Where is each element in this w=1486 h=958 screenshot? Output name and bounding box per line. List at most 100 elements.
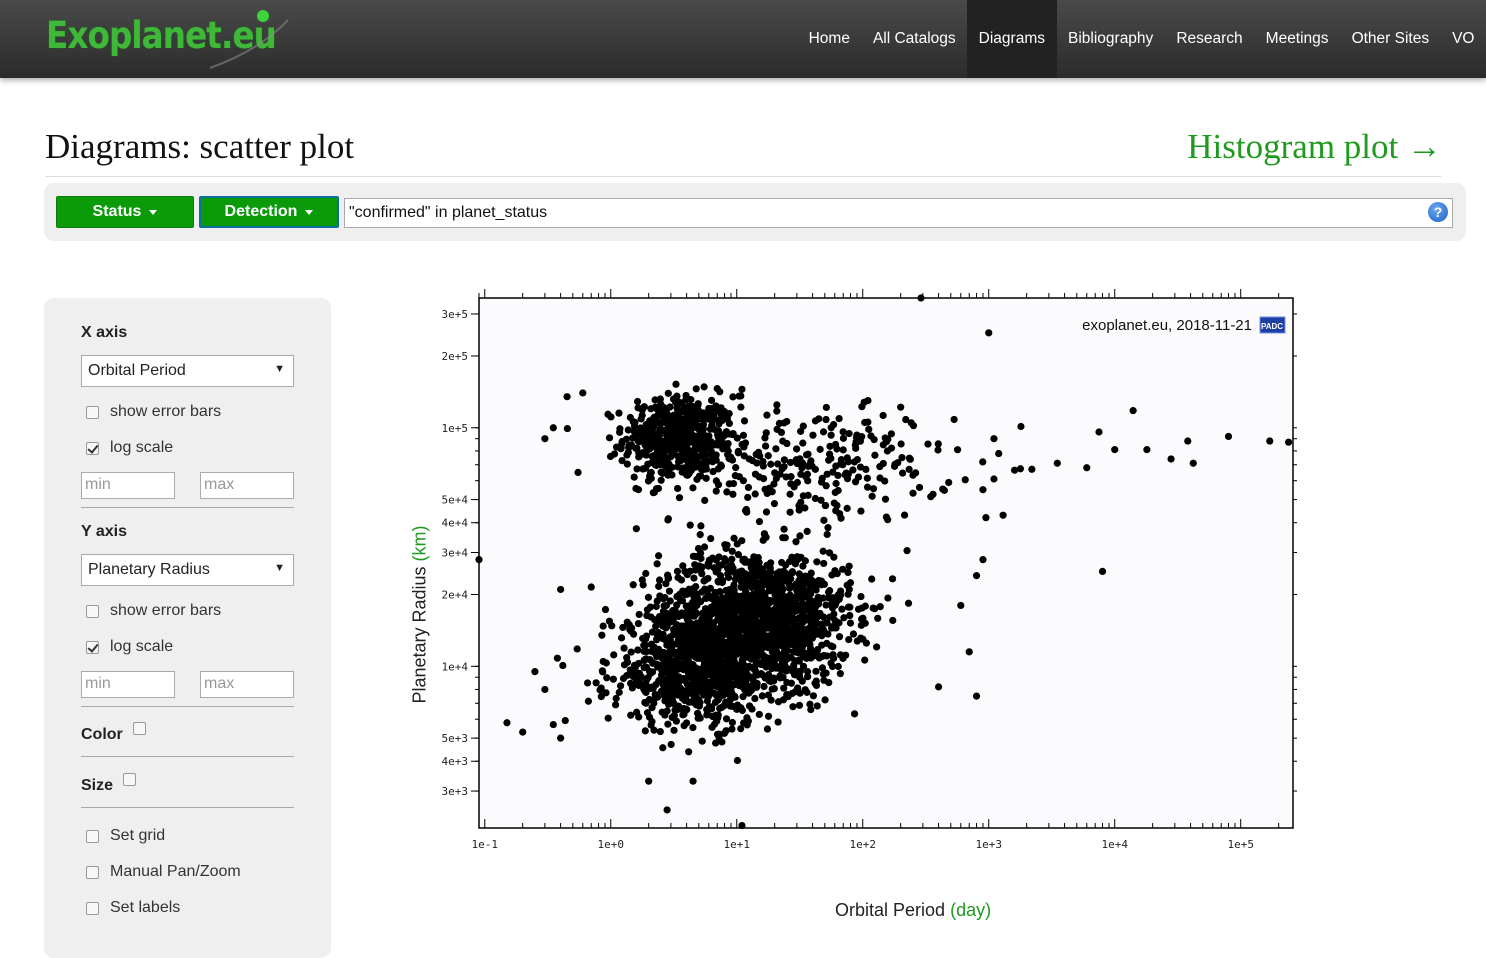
size-option[interactable]: Size — [81, 773, 147, 795]
data-point[interactable] — [813, 627, 821, 635]
data-point[interactable] — [940, 486, 948, 494]
x-min-input[interactable]: min — [81, 472, 175, 499]
data-point[interactable] — [1189, 459, 1197, 467]
data-point[interactable] — [957, 601, 965, 610]
data-point[interactable] — [640, 647, 648, 655]
data-point[interactable] — [718, 738, 726, 746]
data-point[interactable] — [813, 558, 821, 566]
data-point[interactable] — [647, 405, 655, 413]
data-point[interactable] — [673, 392, 681, 400]
data-point[interactable] — [766, 677, 775, 686]
data-point[interactable] — [857, 634, 865, 642]
data-point[interactable] — [861, 656, 869, 664]
data-point[interactable] — [879, 411, 887, 420]
data-point[interactable] — [772, 445, 780, 453]
data-point[interactable] — [623, 618, 631, 626]
data-point[interactable] — [835, 633, 844, 641]
data-point[interactable] — [827, 431, 835, 439]
data-point[interactable] — [659, 607, 668, 615]
data-point[interactable] — [755, 651, 763, 660]
data-point[interactable] — [789, 703, 797, 711]
data-point[interactable] — [616, 682, 625, 690]
data-point[interactable] — [712, 477, 720, 485]
data-point[interactable] — [656, 409, 665, 417]
data-point[interactable] — [889, 616, 897, 625]
data-point[interactable] — [768, 685, 776, 693]
data-point[interactable] — [857, 507, 865, 515]
data-point[interactable] — [1010, 466, 1019, 474]
data-point[interactable] — [863, 474, 871, 482]
data-point[interactable] — [862, 639, 870, 647]
data-point[interactable] — [609, 675, 617, 683]
data-point[interactable] — [633, 397, 642, 406]
data-point[interactable] — [1028, 465, 1036, 473]
data-point[interactable] — [693, 654, 701, 662]
data-point[interactable] — [475, 556, 483, 564]
data-point[interactable] — [846, 619, 855, 627]
data-point[interactable] — [740, 582, 749, 590]
data-point[interactable] — [684, 631, 692, 640]
data-point[interactable] — [604, 714, 612, 722]
data-point[interactable] — [612, 694, 620, 703]
data-point[interactable] — [1017, 422, 1025, 431]
data-point[interactable] — [711, 698, 720, 706]
data-point[interactable] — [767, 460, 775, 468]
data-point[interactable] — [592, 679, 600, 687]
data-point[interactable] — [648, 647, 656, 656]
data-point[interactable] — [696, 531, 704, 539]
data-point[interactable] — [729, 564, 737, 572]
data-point[interactable] — [695, 666, 703, 674]
data-point[interactable] — [657, 468, 665, 476]
data-point[interactable] — [689, 484, 697, 492]
data-point[interactable] — [718, 686, 727, 694]
data-point[interactable] — [781, 561, 790, 569]
data-point[interactable] — [734, 602, 742, 610]
data-point[interactable] — [670, 627, 678, 635]
data-point[interactable] — [792, 637, 800, 645]
data-point[interactable] — [748, 642, 756, 650]
data-point[interactable] — [837, 587, 845, 595]
data-point[interactable] — [655, 582, 663, 590]
nav-bibliography[interactable]: Bibliography — [1057, 0, 1165, 78]
data-point[interactable] — [738, 821, 746, 830]
data-point[interactable] — [686, 521, 694, 529]
data-point[interactable] — [650, 488, 658, 496]
data-point[interactable] — [692, 583, 700, 591]
data-point[interactable] — [601, 605, 610, 614]
x-log-scale-checkbox[interactable] — [86, 441, 99, 455]
data-point[interactable] — [519, 728, 527, 736]
data-point[interactable] — [817, 580, 825, 588]
data-point[interactable] — [979, 458, 987, 466]
data-point[interactable] — [733, 756, 742, 765]
data-point[interactable] — [667, 740, 675, 749]
data-point[interactable] — [703, 413, 711, 421]
data-point[interactable] — [579, 389, 587, 397]
y-log-scale-checkbox[interactable] — [86, 640, 99, 654]
data-point[interactable] — [796, 532, 804, 540]
data-point[interactable] — [677, 576, 686, 584]
data-point[interactable] — [912, 469, 920, 477]
data-point[interactable] — [740, 609, 748, 617]
data-point[interactable] — [812, 667, 820, 675]
data-point[interactable] — [831, 616, 839, 625]
data-point[interactable] — [982, 514, 990, 522]
data-point[interactable] — [763, 725, 772, 733]
data-point[interactable] — [615, 409, 623, 417]
data-point[interactable] — [650, 616, 659, 624]
y-log-scale-option[interactable]: log scale — [86, 638, 173, 656]
data-point[interactable] — [716, 627, 724, 635]
set-labels-checkbox[interactable] — [86, 901, 99, 915]
data-point[interactable] — [724, 638, 732, 646]
data-point[interactable] — [730, 534, 738, 542]
data-point[interactable] — [728, 547, 736, 555]
data-point[interactable] — [757, 567, 765, 575]
size-checkbox[interactable] — [123, 773, 137, 786]
data-point[interactable] — [780, 525, 788, 533]
data-point[interactable] — [598, 631, 606, 639]
data-point[interactable] — [632, 525, 640, 533]
x-error-bars-option[interactable]: show error bars — [86, 403, 221, 421]
data-point[interactable] — [742, 632, 750, 641]
data-point[interactable] — [888, 575, 897, 583]
data-point[interactable] — [751, 490, 759, 498]
data-point[interactable] — [755, 473, 763, 481]
